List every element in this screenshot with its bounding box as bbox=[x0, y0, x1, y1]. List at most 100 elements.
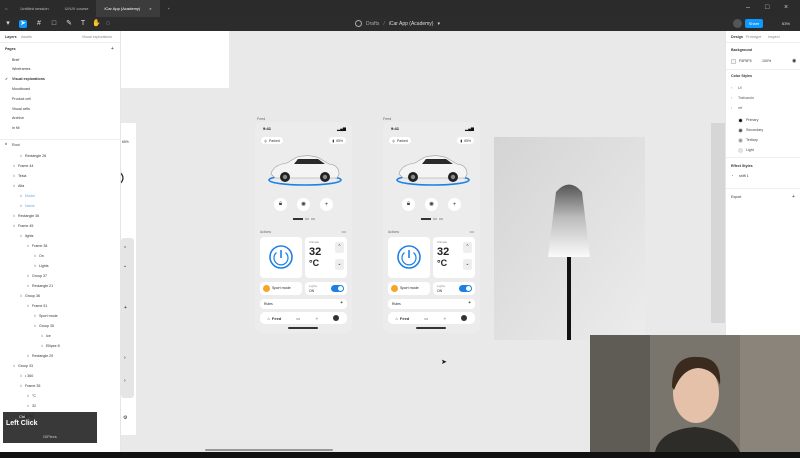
lamp-photo[interactable] bbox=[494, 137, 645, 340]
background-swatch[interactable] bbox=[731, 59, 736, 64]
parked-chip[interactable]: ◎ Parked bbox=[389, 137, 411, 144]
share-button[interactable]: Share bbox=[745, 19, 763, 28]
artboard-white[interactable] bbox=[121, 31, 229, 88]
battery-chip[interactable]: ▮ 65% bbox=[329, 137, 346, 144]
plus-icon[interactable]: + bbox=[468, 300, 471, 306]
climate-card[interactable]: Climate 32 °C ⌃ ⌄ bbox=[305, 237, 347, 278]
layers-root[interactable]: Root bbox=[12, 143, 20, 147]
add-export-icon[interactable]: + bbox=[792, 194, 795, 200]
layer-item[interactable]: # Rectangle 28 bbox=[0, 151, 121, 160]
chevron-right-icon[interactable]: › bbox=[731, 96, 732, 100]
chevron-right-icon[interactable]: › bbox=[124, 378, 126, 384]
lights-card[interactable]: Lights ON bbox=[305, 282, 347, 295]
sport-mode-card[interactable]: Sport mode bbox=[388, 282, 430, 295]
page-item[interactable]: Product cell bbox=[0, 94, 121, 103]
nav-feed[interactable]: ⌂ Feed bbox=[396, 316, 410, 321]
browser-tab-2[interactable]: UI/UX course bbox=[57, 0, 97, 17]
parked-chip[interactable]: ◎ Parked bbox=[261, 137, 283, 144]
layer-item[interactable]: # Name bbox=[0, 201, 121, 210]
layer-item[interactable]: # Group 35 bbox=[0, 321, 121, 330]
color-group-label[interactable]: UI bbox=[738, 86, 742, 90]
color-style-label[interactable]: Secondary bbox=[746, 128, 763, 132]
settings-icon[interactable]: ✧ bbox=[443, 316, 446, 321]
hand-tool-icon[interactable]: ✋ bbox=[92, 20, 101, 28]
profile-avatar[interactable] bbox=[333, 315, 340, 321]
shape-tool-icon[interactable]: □ bbox=[50, 20, 58, 28]
temp-down-button[interactable]: ⌄ bbox=[463, 259, 472, 270]
page-item[interactable]: Visual cells bbox=[0, 104, 121, 113]
move-tool-icon[interactable]: ➤ bbox=[19, 20, 27, 28]
color-swatch[interactable] bbox=[738, 138, 743, 143]
map-icon[interactable]: ▭ bbox=[424, 316, 428, 321]
rules-card[interactable]: Rules + bbox=[388, 299, 475, 309]
phone-frame[interactable]: 9:41 ▂▄▆ ◎ Parked ▮ 65% 🔒︎ ✺ + Actions ••• Climate 3… bbox=[255, 122, 352, 333]
layer-item[interactable]: # Group 36 bbox=[0, 291, 121, 300]
export-title[interactable]: Export bbox=[731, 195, 741, 199]
tab-prototype[interactable]: Prototype bbox=[746, 35, 761, 39]
background-hex[interactable]: F5F5F5 bbox=[739, 59, 752, 63]
layer-item[interactable]: # Frame 45 bbox=[0, 221, 121, 230]
temp-down-button[interactable]: ⌄ bbox=[335, 259, 344, 270]
tab-layers[interactable]: Layers bbox=[5, 35, 17, 39]
layer-item[interactable]: # lights bbox=[0, 231, 121, 240]
layer-item[interactable]: #32 bbox=[0, 401, 121, 410]
frame-tool-icon[interactable]: # bbox=[35, 20, 43, 28]
close-icon[interactable]: × bbox=[149, 6, 151, 11]
maximize-icon[interactable]: □ bbox=[765, 4, 769, 11]
layer-item[interactable]: # Frame 35 bbox=[0, 381, 121, 390]
add-page-icon[interactable]: + bbox=[111, 46, 114, 52]
settings-icon[interactable]: ✧ bbox=[315, 316, 318, 321]
lock-button[interactable]: 🔒︎ bbox=[274, 198, 287, 211]
color-swatch[interactable] bbox=[738, 118, 743, 123]
temp-up-button[interactable]: ⌃ bbox=[463, 242, 472, 253]
tab-inspect[interactable]: Inspect bbox=[768, 35, 780, 39]
lights-toggle[interactable] bbox=[331, 285, 344, 292]
layer-item[interactable]: # Tesla bbox=[0, 171, 121, 180]
layer-item[interactable]: # Sport mode bbox=[0, 311, 121, 320]
plus-icon[interactable]: + bbox=[340, 300, 343, 306]
tab-assets[interactable]: Assets bbox=[21, 35, 32, 39]
eye-icon[interactable]: ◉ bbox=[792, 58, 796, 64]
settings-icon[interactable]: ⚙ bbox=[123, 415, 127, 421]
fan-button[interactable]: ✺ bbox=[297, 198, 310, 211]
browser-tab-1[interactable]: Untitled session bbox=[12, 0, 56, 17]
user-avatar[interactable] bbox=[733, 19, 742, 28]
lights-toggle[interactable] bbox=[459, 285, 472, 292]
layer-item[interactable]: # Frame 44 bbox=[0, 161, 121, 170]
partial-image-right[interactable] bbox=[711, 123, 725, 323]
layer-item[interactable]: # On bbox=[0, 251, 121, 260]
background-opacity[interactable]: 100% bbox=[762, 59, 771, 63]
color-style-label[interactable]: Tertiary bbox=[746, 138, 758, 142]
lock-button[interactable]: 🔒︎ bbox=[402, 198, 415, 211]
layer-item[interactable]: # Rectangle 36 bbox=[0, 211, 121, 220]
minimize-icon[interactable]: – bbox=[746, 4, 750, 11]
page-item[interactable]: ✓ Visual explorations bbox=[0, 75, 121, 84]
zoom-level[interactable]: 63% bbox=[782, 21, 790, 26]
effect-style-item[interactable]: shift 1 bbox=[739, 174, 749, 178]
color-swatch[interactable] bbox=[738, 128, 743, 133]
more-icon[interactable]: ••• bbox=[342, 229, 346, 234]
color-style-label[interactable]: Light bbox=[746, 148, 754, 152]
horizontal-scrollbar[interactable] bbox=[205, 449, 333, 451]
layer-item[interactable]: # Ellipse 8 bbox=[0, 341, 121, 350]
plus-icon[interactable]: + bbox=[124, 305, 127, 311]
page-item[interactable]: Wireframes bbox=[0, 65, 121, 74]
color-group-label[interactable]: ref bbox=[738, 106, 742, 110]
layer-item[interactable]: # °C bbox=[0, 391, 121, 400]
layer-item[interactable]: # Model bbox=[0, 191, 121, 200]
window-close-icon[interactable]: × bbox=[784, 4, 788, 11]
rules-card[interactable]: Rules + bbox=[260, 299, 347, 309]
more-icon[interactable]: ••• bbox=[470, 229, 474, 234]
add-button[interactable]: + bbox=[320, 198, 333, 211]
page-context[interactable]: Visual explorations bbox=[82, 35, 112, 39]
climate-card[interactable]: Climate 32 °C ⌃ ⌄ bbox=[433, 237, 475, 278]
sport-mode-card[interactable]: Sport mode bbox=[260, 282, 302, 295]
chevron-right-icon[interactable]: › bbox=[124, 355, 126, 361]
lights-card[interactable]: Lights ON bbox=[433, 282, 475, 295]
color-style-label[interactable]: Primary bbox=[746, 118, 758, 122]
nav-feed[interactable]: ⌂ Feed bbox=[268, 316, 282, 321]
browser-tab-3[interactable]: iCar App (Academy) × bbox=[96, 0, 160, 17]
add-button[interactable]: + bbox=[448, 198, 461, 211]
file-title[interactable]: Drafts / iCar App (Academy) ▾ bbox=[355, 20, 440, 27]
layer-item[interactable]: # Frame 51 bbox=[0, 301, 121, 310]
